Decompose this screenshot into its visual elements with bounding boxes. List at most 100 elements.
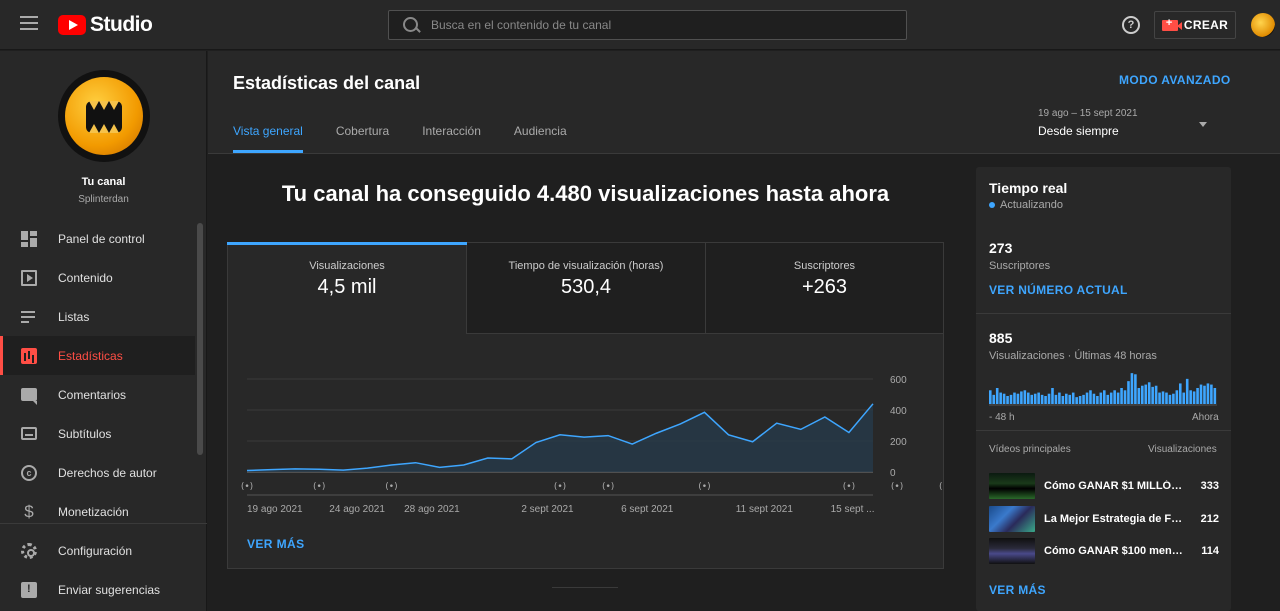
realtime-bar[interactable] bbox=[1185, 378, 1189, 404]
video-release-marker-icon[interactable]: (•) bbox=[313, 482, 325, 492]
realtime-bar[interactable] bbox=[995, 388, 999, 404]
chevron-down-icon[interactable] bbox=[1199, 122, 1207, 127]
video-release-marker-icon[interactable]: (•) bbox=[385, 482, 397, 492]
sidebar-scrollbar[interactable] bbox=[197, 223, 203, 455]
video-release-marker-icon[interactable]: (•) bbox=[843, 482, 855, 492]
realtime-bar[interactable] bbox=[1023, 390, 1027, 404]
realtime-bar[interactable] bbox=[1006, 396, 1009, 404]
realtime-bar[interactable] bbox=[1096, 396, 1099, 404]
sidebar-item-playlists[interactable]: Listas bbox=[0, 297, 195, 336]
sidebar-item-analytics[interactable]: Estadísticas bbox=[0, 336, 195, 375]
realtime-bar[interactable] bbox=[1016, 393, 1020, 404]
realtime-bar[interactable] bbox=[1130, 373, 1134, 404]
realtime-bar[interactable] bbox=[1027, 392, 1030, 404]
metric-views[interactable]: Visualizaciones 4,5 mil bbox=[227, 242, 467, 334]
realtime-bar[interactable] bbox=[1182, 392, 1186, 404]
realtime-bar[interactable] bbox=[1051, 388, 1054, 404]
realtime-bar[interactable] bbox=[989, 390, 992, 404]
realtime-bar[interactable] bbox=[1168, 394, 1172, 404]
realtime-bar[interactable] bbox=[1061, 396, 1065, 404]
realtime-bar[interactable] bbox=[1206, 383, 1210, 404]
realtime-bar[interactable] bbox=[1109, 392, 1113, 404]
tab-audience[interactable]: Audiencia bbox=[514, 124, 567, 153]
tab-overview[interactable]: Vista general bbox=[233, 124, 303, 153]
realtime-bar[interactable] bbox=[1141, 385, 1144, 404]
realtime-bar[interactable] bbox=[1210, 384, 1213, 404]
menu-icon[interactable] bbox=[20, 16, 38, 32]
realtime-bar[interactable] bbox=[1033, 393, 1037, 404]
see-more-link[interactable]: VER MÁS bbox=[247, 537, 304, 551]
realtime-bar[interactable] bbox=[1044, 396, 1047, 404]
date-range-selector[interactable]: 19 ago – 15 sept 2021 Desde siempre bbox=[1038, 108, 1218, 138]
see-more-link[interactable]: VER MÁS bbox=[989, 583, 1046, 597]
realtime-bar[interactable] bbox=[1030, 394, 1034, 404]
realtime-bar[interactable] bbox=[1116, 392, 1120, 404]
video-release-marker-icon[interactable]: (•) bbox=[891, 482, 903, 492]
realtime-bar[interactable] bbox=[1106, 394, 1110, 404]
realtime-bar[interactable] bbox=[1165, 392, 1168, 404]
sidebar-item-monetization[interactable]: $ Monetización bbox=[0, 492, 195, 531]
youtube-studio-logo[interactable]: Studio bbox=[58, 13, 153, 37]
realtime-bar[interactable] bbox=[1137, 388, 1141, 404]
realtime-bar[interactable] bbox=[1013, 392, 1016, 404]
realtime-bar[interactable] bbox=[1144, 384, 1148, 404]
see-current-number-link[interactable]: VER NÚMERO ACTUAL bbox=[989, 283, 1128, 297]
realtime-bar[interactable] bbox=[1058, 392, 1061, 404]
sidebar-item-content[interactable]: Contenido bbox=[0, 258, 195, 297]
realtime-bar[interactable] bbox=[1158, 392, 1161, 404]
realtime-bar[interactable] bbox=[1192, 391, 1196, 404]
sidebar-item-copyright[interactable]: c Derechos de autor bbox=[0, 453, 195, 492]
realtime-bar[interactable] bbox=[1020, 391, 1023, 404]
realtime-bar[interactable] bbox=[1040, 394, 1044, 404]
realtime-bar[interactable] bbox=[1203, 385, 1206, 404]
realtime-bar[interactable] bbox=[1099, 392, 1103, 404]
realtime-bar[interactable] bbox=[1151, 386, 1154, 404]
realtime-bar[interactable] bbox=[1037, 392, 1040, 404]
realtime-bar[interactable] bbox=[1199, 384, 1203, 404]
realtime-bar[interactable] bbox=[1054, 394, 1058, 404]
tab-reach[interactable]: Cobertura bbox=[336, 124, 389, 153]
realtime-bar[interactable] bbox=[1175, 390, 1179, 404]
realtime-bar[interactable] bbox=[1002, 393, 1006, 404]
metric-watch-time[interactable]: Tiempo de visualización (horas) 530,4 bbox=[467, 243, 706, 334]
video-release-marker-icon[interactable]: (•) bbox=[241, 482, 253, 492]
realtime-bar[interactable] bbox=[1092, 393, 1096, 404]
tab-engagement[interactable]: Interacción bbox=[422, 124, 481, 153]
advanced-mode-button[interactable]: MODO AVANZADO bbox=[1119, 73, 1231, 87]
realtime-bar[interactable] bbox=[1089, 390, 1092, 404]
realtime-bar[interactable] bbox=[1075, 397, 1078, 404]
account-avatar[interactable] bbox=[1251, 13, 1275, 37]
video-row[interactable]: La Mejor Estrategia de Farming 212 bbox=[989, 506, 1219, 532]
video-release-marker-icon[interactable]: (•) bbox=[554, 482, 566, 492]
realtime-bar[interactable] bbox=[992, 394, 996, 404]
realtime-bar[interactable] bbox=[1071, 392, 1075, 404]
video-row[interactable]: Cómo GANAR $1 MILLÓN de Pancakeswap 333 bbox=[989, 473, 1219, 499]
channel-avatar[interactable] bbox=[58, 70, 150, 162]
realtime-bar[interactable] bbox=[1068, 394, 1072, 404]
search-input[interactable] bbox=[431, 18, 871, 32]
video-release-marker-icon[interactable]: (•) bbox=[602, 482, 614, 492]
realtime-bar[interactable] bbox=[1213, 388, 1217, 404]
realtime-bar[interactable] bbox=[1047, 393, 1051, 404]
realtime-bar[interactable] bbox=[1085, 392, 1089, 404]
search-icon[interactable] bbox=[397, 11, 431, 39]
sidebar-item-feedback[interactable]: Enviar sugerencias bbox=[0, 570, 195, 609]
help-icon[interactable]: ? bbox=[1122, 16, 1140, 34]
metric-subscribers[interactable]: Suscriptores +263 bbox=[706, 243, 943, 334]
search-box[interactable] bbox=[388, 10, 907, 40]
sidebar-item-subtitles[interactable]: Subtítulos bbox=[0, 414, 195, 453]
realtime-bar[interactable] bbox=[1123, 390, 1127, 404]
realtime-bar[interactable] bbox=[1127, 381, 1130, 404]
realtime-bar[interactable] bbox=[1161, 391, 1165, 404]
realtime-bar[interactable] bbox=[999, 392, 1002, 404]
realtime-bar[interactable] bbox=[1120, 388, 1123, 404]
realtime-bar[interactable] bbox=[1154, 385, 1158, 404]
realtime-bar[interactable] bbox=[1078, 396, 1082, 404]
realtime-bar[interactable] bbox=[1189, 390, 1192, 404]
realtime-bar[interactable] bbox=[1082, 394, 1085, 404]
realtime-bar[interactable] bbox=[1172, 393, 1175, 404]
sidebar-item-dashboard[interactable]: Panel de control bbox=[0, 219, 195, 258]
realtime-bar[interactable] bbox=[1065, 393, 1068, 404]
create-button[interactable]: CREAR bbox=[1154, 11, 1236, 39]
sidebar-item-settings[interactable]: Configuración bbox=[0, 531, 195, 570]
